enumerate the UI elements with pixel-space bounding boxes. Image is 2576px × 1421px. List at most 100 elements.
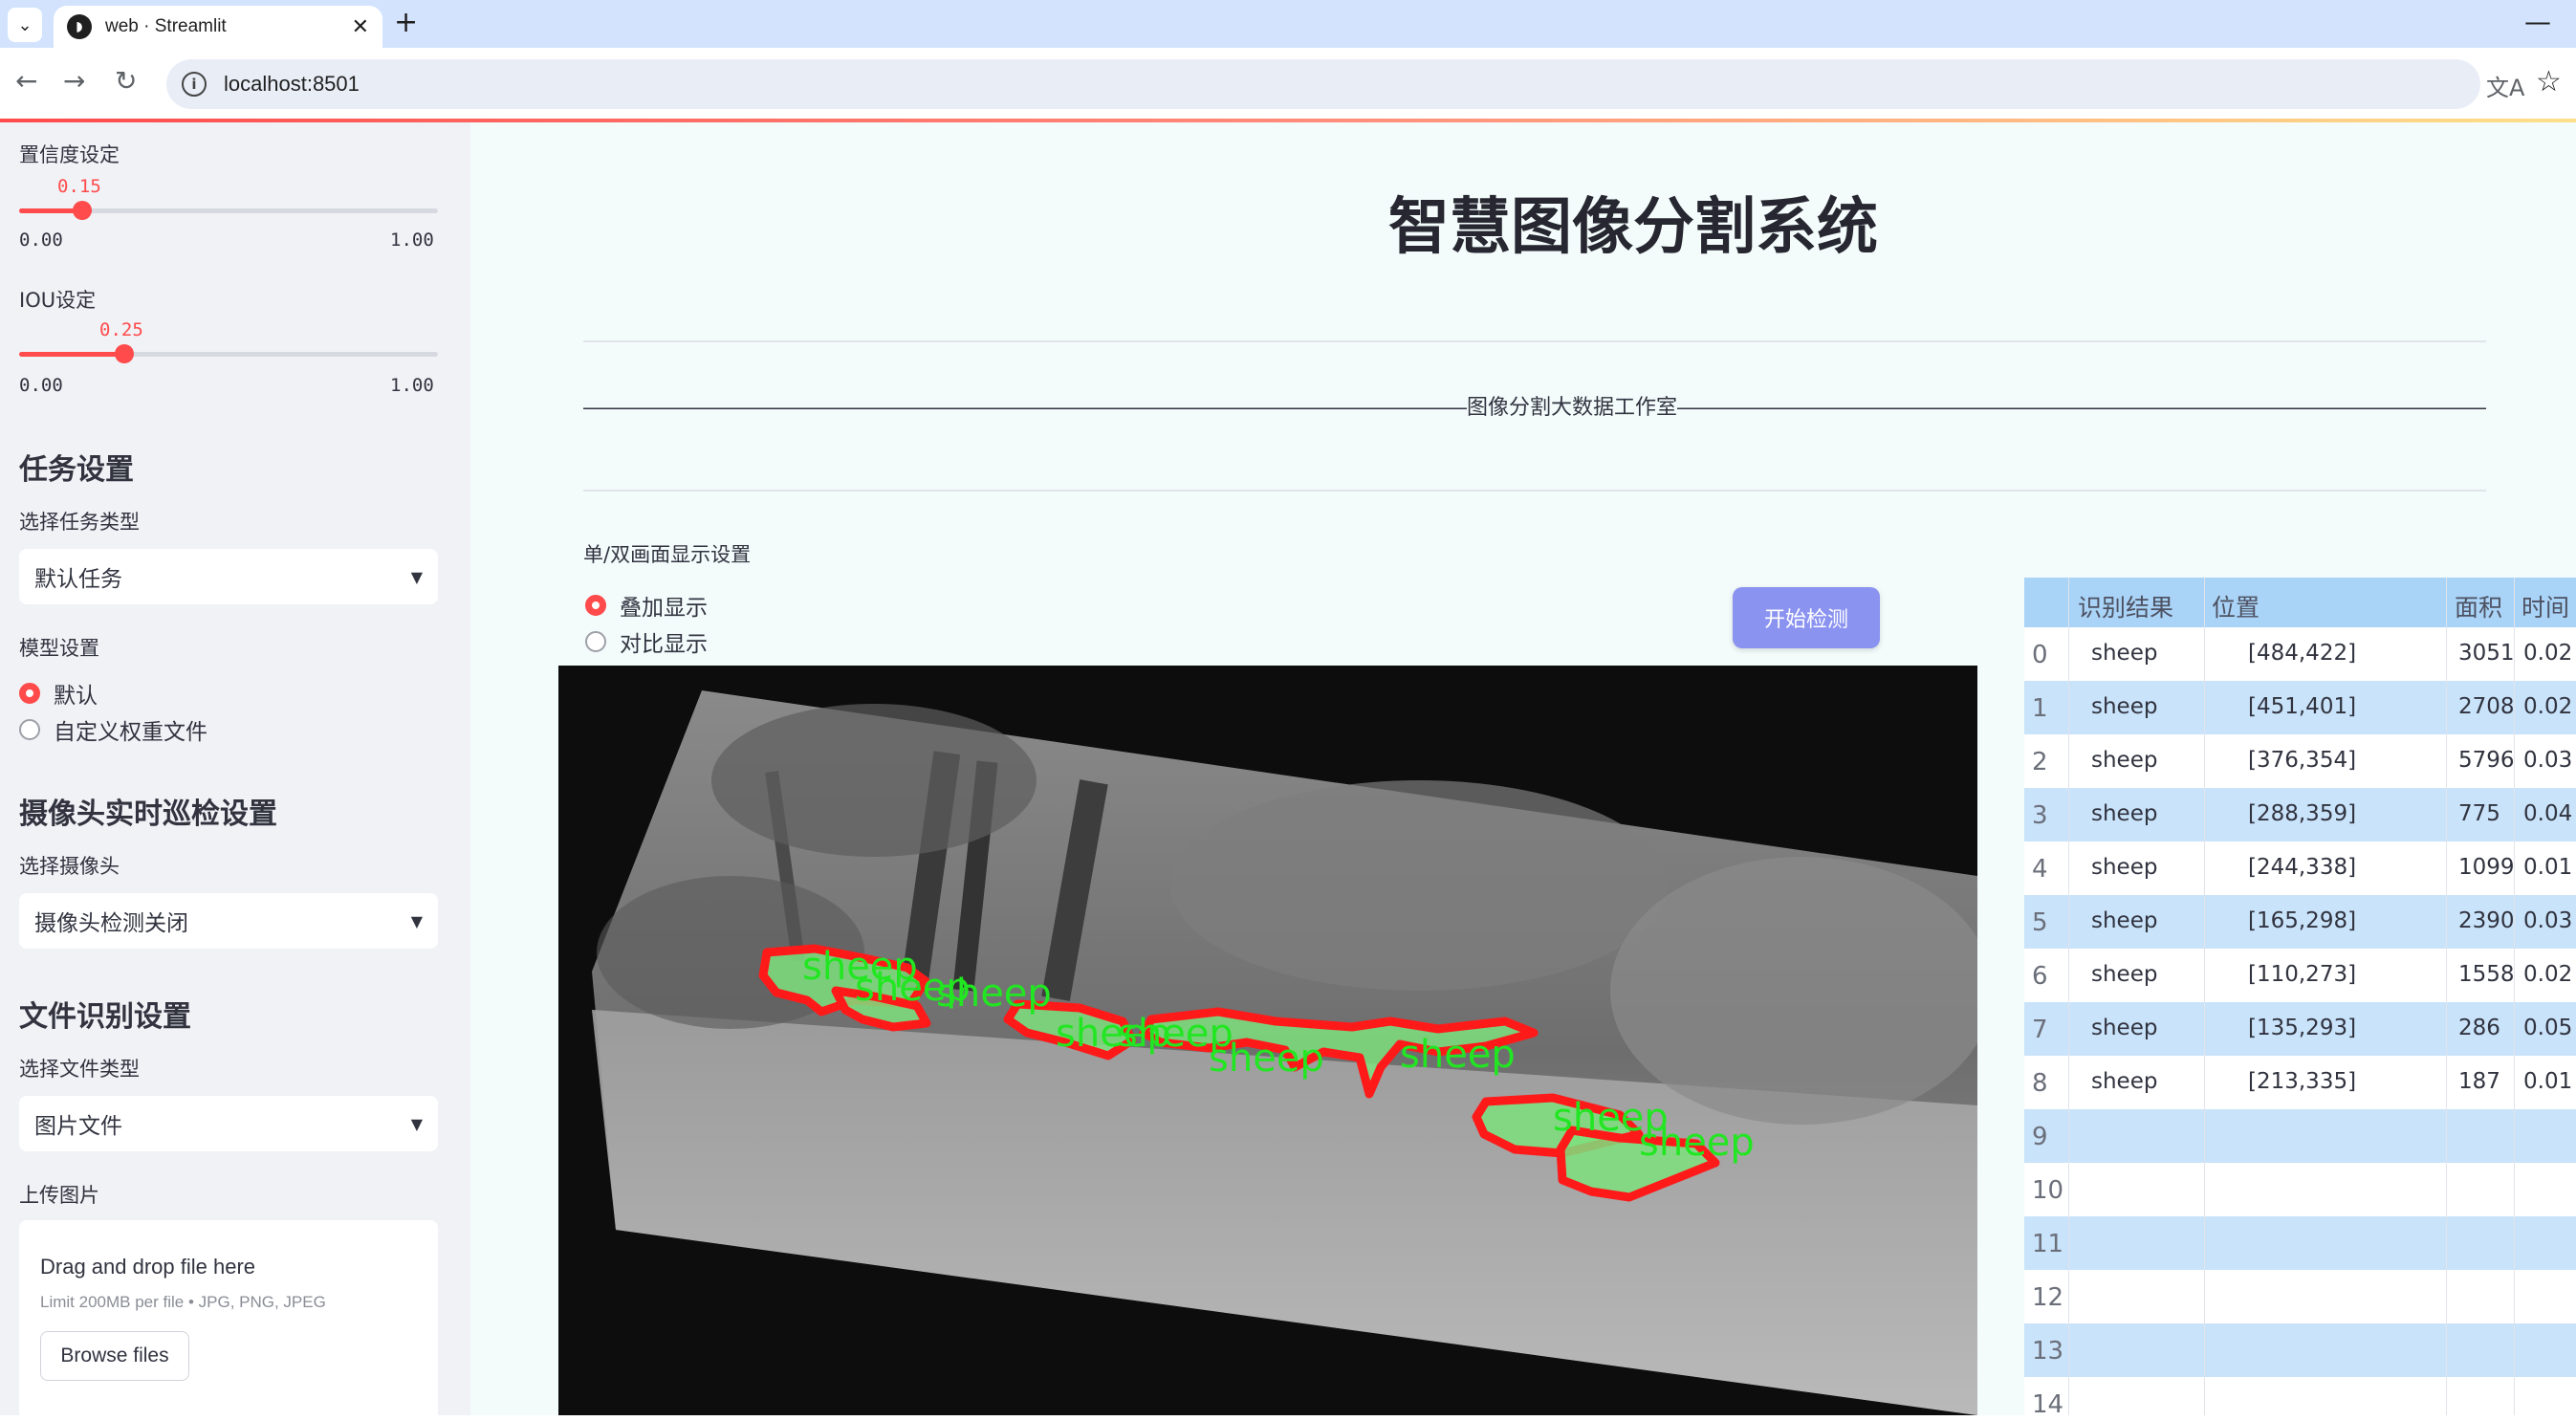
column-divider [2514,578,2515,1415]
info-icon[interactable]: i [182,72,207,97]
column-header-time[interactable]: 时间 [2521,589,2569,623]
model-settings-label: 模型设置 [19,637,99,660]
detection-label: sheep [936,972,1052,1016]
cell-area: 1558 [2458,962,2515,987]
plus-icon[interactable]: + [394,6,418,39]
detection-label: sheep [1209,1037,1324,1081]
cell-area: 187 [2458,1069,2500,1094]
divider [583,490,2486,492]
browser-tab-bar: ⌄ ◗ web · Streamlit ✕ + — [0,0,2576,48]
table-row[interactable]: 6 sheep [110,273] 1558 0.02 [2024,949,2576,1002]
browser-toolbar: ← → ↻ i localhost:8501 文A ☆ [0,48,2576,120]
sidebar: 置信度设定 0.15 0.00 1.00 IOU设定 0.25 0.00 1.0… [0,122,470,1421]
confidence-slider[interactable] [19,201,438,220]
cell-label: sheep [2091,962,2158,987]
forward-arrow-icon[interactable]: → [63,65,85,97]
display-mode-label: 单/双画面显示设置 [583,543,752,566]
model-option-default[interactable]: 默认 [19,677,98,710]
cell-time: 0.02 [2523,641,2573,666]
address-bar[interactable]: i localhost:8501 [166,59,2480,109]
column-header-area[interactable]: 面积 [2455,589,2502,623]
camera-select-label: 选择摄像头 [19,855,120,878]
cell-area: 1099 [2458,855,2515,880]
cell-position: [376,354] [2248,748,2357,773]
table-row[interactable]: 12 [2024,1270,2576,1323]
close-icon[interactable]: ✕ [352,15,369,39]
column-divider [2204,578,2205,1415]
table-row[interactable]: 13 [2024,1323,2576,1377]
translate-icon[interactable]: 文A [2486,69,2524,102]
confidence-slider-thumb[interactable] [72,201,92,220]
table-row[interactable]: 1 sheep [451,401] 2708 0.02 [2024,681,2576,734]
row-index: 3 [2032,801,2048,830]
cell-position: [288,359] [2248,801,2357,826]
table-row[interactable]: 11 [2024,1216,2576,1270]
table-row[interactable]: 5 sheep [165,298] 2390 0.03 [2024,895,2576,949]
camera-select[interactable]: 摄像头检测关闭 ▼ [19,893,438,949]
dropzone-title: Drag and drop file here [40,1255,256,1279]
table-row[interactable]: 8 sheep [213,335] 187 0.01 [2024,1056,2576,1109]
model-option-custom[interactable]: 自定义权重文件 [19,713,207,746]
display-option-compare[interactable]: 对比显示 [585,625,708,658]
table-row[interactable]: 10 [2024,1163,2576,1216]
column-divider [2068,578,2069,1415]
minimize-icon[interactable]: — [2524,6,2551,37]
iou-slider-fill [19,352,124,357]
cell-area: 775 [2458,801,2500,826]
task-settings-heading: 任务设置 [19,453,134,487]
table-header: 识别结果 位置 面积 时间 [2024,578,2576,627]
divider [583,340,2486,342]
display-option-label: 叠加显示 [620,596,708,621]
table-row[interactable]: 14 [2024,1377,2576,1415]
column-header-label[interactable]: 识别结果 [2078,589,2173,623]
cell-area: 286 [2458,1016,2500,1040]
cell-time: 0.02 [2523,962,2573,987]
iou-min: 0.00 [19,375,63,396]
radio-selected[interactable] [19,683,40,704]
row-index: 11 [2032,1230,2064,1258]
browser-tab[interactable]: ◗ web · Streamlit ✕ [54,6,382,48]
table-row[interactable]: 0 sheep [484,422] 3051 0.02 [2024,627,2576,681]
iou-label: IOU设定 [19,289,97,312]
studio-banner: ————————————————————————————————————————… [583,395,2486,419]
radio-selected[interactable] [585,595,606,616]
column-header-position[interactable]: 位置 [2212,589,2259,623]
task-type-select[interactable]: 默认任务 ▼ [19,549,438,604]
detection-label: sheep [1400,1033,1516,1077]
file-type-select[interactable]: 图片文件 ▼ [19,1096,438,1151]
cell-time: 0.03 [2523,908,2573,933]
row-index: 8 [2032,1069,2048,1098]
row-index: 14 [2032,1390,2064,1415]
table-row[interactable]: 2 sheep [376,354] 5796 0.03 [2024,734,2576,788]
iou-slider[interactable] [19,344,438,363]
star-icon[interactable]: ☆ [2536,65,2562,98]
reload-icon[interactable]: ↻ [115,65,137,97]
caret-down-icon: ▼ [410,1114,423,1133]
iou-slider-thumb[interactable] [114,344,134,363]
cell-area: 3051 [2458,641,2515,666]
cell-position: [484,422] [2248,641,2357,666]
table-row[interactable]: 9 [2024,1109,2576,1163]
cell-position: [213,335] [2248,1069,2357,1094]
file-dropzone[interactable]: Drag and drop file here Limit 200MB per … [19,1220,438,1421]
cell-time: 0.05 [2523,1016,2573,1040]
radio-unselected[interactable] [19,719,40,740]
cell-label: sheep [2091,801,2158,826]
browse-files-button[interactable]: Browse files [40,1331,189,1381]
start-detection-button[interactable]: 开始检测 [1733,587,1880,648]
caret-down-icon: ▼ [410,911,423,930]
table-row[interactable]: 4 sheep [244,338] 1099 0.01 [2024,842,2576,895]
table-row[interactable]: 7 sheep [135,293] 286 0.05 [2024,1002,2576,1056]
table-row[interactable]: 3 sheep [288,359] 775 0.04 [2024,788,2576,842]
chevron-down-icon[interactable]: ⌄ [8,8,42,42]
results-table[interactable]: 识别结果 位置 面积 时间 0 sheep [484,422] 3051 0.02 1 sh… [2024,578,2576,1415]
back-arrow-icon[interactable]: ← [15,65,37,97]
cell-label: sheep [2091,748,2158,773]
cell-position: [110,273] [2248,962,2357,987]
url-text[interactable]: localhost:8501 [224,72,360,97]
radio-unselected[interactable] [585,631,606,652]
display-option-overlay[interactable]: 叠加显示 [585,589,708,622]
confidence-label: 置信度设定 [19,143,120,166]
tab-title: web · Streamlit [105,16,227,36]
cell-position: [135,293] [2248,1016,2357,1040]
